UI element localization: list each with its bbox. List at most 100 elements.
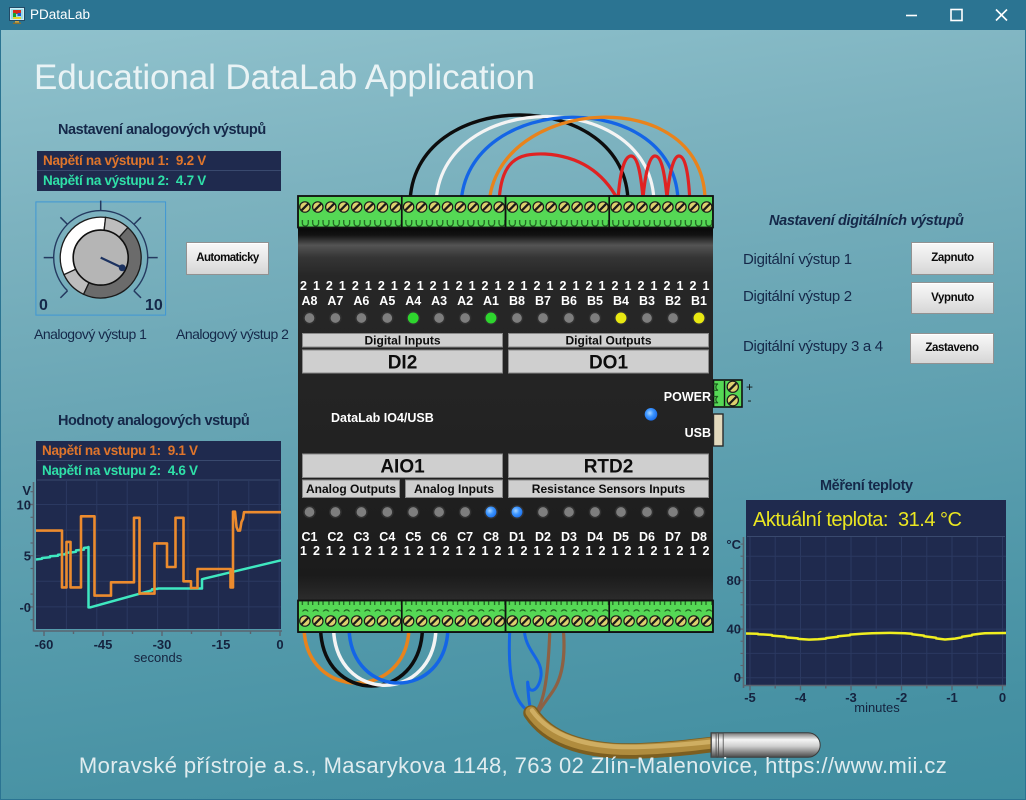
svg-text:Digital Inputs: Digital Inputs <box>365 334 441 348</box>
svg-text:2: 2 <box>339 544 346 558</box>
svg-text:B3: B3 <box>639 294 655 308</box>
svg-text:A5: A5 <box>379 294 395 308</box>
svg-text:C8: C8 <box>483 530 499 544</box>
svg-text:2: 2 <box>690 279 697 293</box>
svg-text:RTD2: RTD2 <box>584 457 634 478</box>
svg-text:B8: B8 <box>509 294 525 308</box>
svg-text:DO1: DO1 <box>589 352 629 373</box>
svg-text:A4: A4 <box>405 294 421 308</box>
svg-text:DataLab IO4/USB: DataLab IO4/USB <box>331 411 434 425</box>
svg-text:1: 1 <box>339 279 346 293</box>
svg-text:-45: -45 <box>94 637 113 652</box>
svg-text:B7: B7 <box>535 294 551 308</box>
svg-text:V: V <box>22 483 31 498</box>
svg-text:2: 2 <box>456 279 463 293</box>
svg-text:B1: B1 <box>691 294 707 308</box>
svg-text:C4: C4 <box>379 530 395 544</box>
svg-text:1: 1 <box>534 544 541 558</box>
svg-text:POWER: POWER <box>664 390 711 404</box>
svg-text:-: - <box>748 393 752 407</box>
svg-text:1: 1 <box>521 279 528 293</box>
svg-text:2: 2 <box>612 279 619 293</box>
svg-text:0: 0 <box>999 690 1006 705</box>
svg-text:D3: D3 <box>561 530 577 544</box>
svg-text:1: 1 <box>495 279 502 293</box>
svg-text:10: 10 <box>145 297 163 314</box>
svg-text:seconds: seconds <box>134 650 183 665</box>
svg-text:2: 2 <box>573 544 580 558</box>
svg-text:2: 2 <box>404 279 411 293</box>
svg-text:D1: D1 <box>509 530 525 544</box>
svg-text:A7: A7 <box>327 294 343 308</box>
svg-text:80: 80 <box>727 573 741 588</box>
svg-text:2: 2 <box>365 544 372 558</box>
svg-text:DI2: DI2 <box>388 352 418 373</box>
svg-text:1: 1 <box>638 544 645 558</box>
svg-text:1: 1 <box>547 279 554 293</box>
svg-text:2: 2 <box>326 279 333 293</box>
svg-text:2: 2 <box>430 279 437 293</box>
svg-text:2: 2 <box>391 544 398 558</box>
svg-text:-60: -60 <box>35 637 54 652</box>
svg-text:Analog Inputs: Analog Inputs <box>414 482 494 496</box>
svg-text:Digital Outputs: Digital Outputs <box>566 334 652 348</box>
svg-text:D6: D6 <box>639 530 655 544</box>
svg-text:B6: B6 <box>561 294 577 308</box>
svg-text:1: 1 <box>573 279 580 293</box>
svg-text:D8: D8 <box>691 530 707 544</box>
svg-text:1: 1 <box>677 279 684 293</box>
svg-text:1: 1 <box>365 279 372 293</box>
svg-text:1: 1 <box>417 279 424 293</box>
svg-text:2: 2 <box>521 544 528 558</box>
svg-text:1: 1 <box>560 544 567 558</box>
svg-text:D4: D4 <box>587 530 603 544</box>
svg-text:C2: C2 <box>327 530 343 544</box>
svg-text:2: 2 <box>703 544 710 558</box>
svg-text:1: 1 <box>690 544 697 558</box>
svg-text:2: 2 <box>599 544 606 558</box>
svg-text:1: 1 <box>352 544 359 558</box>
svg-text:C5: C5 <box>405 530 421 544</box>
svg-text:1: 1 <box>313 279 320 293</box>
svg-text:+: + <box>746 380 753 394</box>
svg-text:-5: -5 <box>744 690 756 705</box>
svg-text:2: 2 <box>352 279 359 293</box>
svg-text:-0: -0 <box>19 600 31 615</box>
svg-text:1: 1 <box>469 279 476 293</box>
svg-text:1: 1 <box>703 279 710 293</box>
svg-text:2: 2 <box>534 279 541 293</box>
svg-text:-15: -15 <box>212 637 231 652</box>
svg-text:A8: A8 <box>302 294 318 308</box>
svg-text:1: 1 <box>300 544 307 558</box>
svg-text:2: 2 <box>664 279 671 293</box>
svg-text:10: 10 <box>17 498 31 513</box>
svg-text:1: 1 <box>404 544 411 558</box>
svg-text:A2: A2 <box>457 294 473 308</box>
svg-text:-4: -4 <box>795 690 807 705</box>
svg-text:D2: D2 <box>535 530 551 544</box>
svg-text:2: 2 <box>482 279 489 293</box>
svg-text:minutes: minutes <box>854 700 900 715</box>
svg-text:2: 2 <box>417 544 424 558</box>
svg-text:2: 2 <box>638 279 645 293</box>
svg-text:2: 2 <box>560 279 567 293</box>
svg-text:0: 0 <box>734 670 741 685</box>
svg-text:Analog Outputs: Analog Outputs <box>306 482 396 496</box>
svg-text:C1: C1 <box>302 530 318 544</box>
svg-text:Aktuální teplota: 31.4 °C: Aktuální teplota: 31.4 °C <box>753 509 962 531</box>
svg-text:A6: A6 <box>353 294 369 308</box>
svg-text:2: 2 <box>300 279 307 293</box>
svg-text:2: 2 <box>677 544 684 558</box>
svg-text:B4: B4 <box>613 294 629 308</box>
svg-text:1: 1 <box>625 279 632 293</box>
svg-text:°C: °C <box>726 537 741 552</box>
svg-text:C7: C7 <box>457 530 473 544</box>
svg-text:0: 0 <box>39 297 48 314</box>
svg-text:2: 2 <box>651 544 658 558</box>
svg-text:-1: -1 <box>946 690 958 705</box>
svg-text:1: 1 <box>391 279 398 293</box>
svg-text:1: 1 <box>651 279 658 293</box>
svg-text:C3: C3 <box>353 530 369 544</box>
svg-text:2: 2 <box>378 279 385 293</box>
svg-text:2: 2 <box>469 544 476 558</box>
